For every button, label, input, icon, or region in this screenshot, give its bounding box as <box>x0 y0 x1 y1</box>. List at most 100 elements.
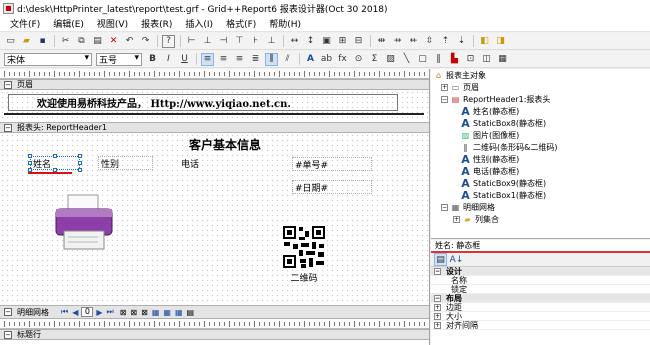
menu-edit[interactable]: 编辑(E) <box>53 17 84 30</box>
barcode-icon[interactable]: ‖ <box>432 53 445 66</box>
menu-format[interactable]: 格式(F) <box>226 17 256 30</box>
tree-expander-icon[interactable]: − <box>441 203 448 211</box>
tree-expander-icon[interactable]: − <box>441 95 448 103</box>
font-size-select[interactable]: 五号 <box>96 52 142 66</box>
h-spacing-inc-icon[interactable]: ⇸ <box>391 35 404 48</box>
page-header-area[interactable]: 欢迎使用易桥科技产品， Http://www.yiqiao.net.cn. <box>0 90 429 122</box>
tree-item[interactable]: A StaticBox9(静态框) <box>431 177 650 190</box>
grid-tool-icon[interactable]: ▦ <box>152 308 160 317</box>
gender-label[interactable]: 性别 <box>98 156 153 170</box>
welcome-banner[interactable]: 欢迎使用易桥科技产品， Http://www.yiqiao.net.cn. <box>8 94 398 111</box>
redo-icon[interactable]: ↷ <box>139 35 152 48</box>
tree-item[interactable]: ▨ 图片(图像框) <box>431 129 650 141</box>
resize-handle[interactable] <box>78 168 82 172</box>
tree-item[interactable]: + ▰ 列集合 <box>431 213 650 225</box>
send-back-icon[interactable]: ◨ <box>494 35 507 48</box>
grid-tool-icon[interactable]: ⊠ <box>120 308 127 317</box>
tree-item[interactable]: A StaticBox1(静态框) <box>431 189 650 202</box>
menu-file[interactable]: 文件(F) <box>10 17 40 30</box>
tree-item[interactable]: A 性别(静态框) <box>431 153 650 166</box>
resize-handle[interactable] <box>28 154 32 158</box>
report-header-area[interactable]: 客户基本信息 姓名 性别 电话 #单号# #日期# 二维码 <box>0 133 429 305</box>
tree-expander-icon[interactable]: + <box>453 215 460 223</box>
collapse-icon[interactable]: − <box>4 80 12 89</box>
v-spacing-inc-icon[interactable]: ⇡ <box>439 35 452 48</box>
cut-icon[interactable]: ✂ <box>59 35 72 48</box>
grid-tool-icon[interactable]: ▦ <box>175 308 183 317</box>
memo-box-icon[interactable]: fx <box>336 53 349 66</box>
collapse-icon[interactable]: − <box>4 330 12 339</box>
property-expander-icon[interactable]: − <box>434 294 441 302</box>
italic-button[interactable]: I <box>162 53 175 66</box>
text-align-right-icon[interactable]: ≡ <box>233 53 246 66</box>
property-category[interactable]: − 布局 <box>431 294 650 303</box>
undo-icon[interactable]: ↶ <box>123 35 136 48</box>
richtext-icon[interactable]: ◫ <box>480 53 493 66</box>
system-var-icon[interactable]: ⊙ <box>352 53 365 66</box>
property-expander-icon[interactable]: + <box>434 312 441 320</box>
prev-page-icon[interactable]: ◀ <box>72 308 78 317</box>
text-valign-bottom-icon[interactable]: ⫽ <box>281 53 294 66</box>
center-horizontal-icon[interactable]: ⊞ <box>336 35 349 48</box>
tree-expander-icon[interactable]: + <box>441 83 448 91</box>
menu-help[interactable]: 帮助(H) <box>269 17 301 30</box>
v-spacing-icon[interactable]: ⇳ <box>423 35 436 48</box>
object-tree[interactable]: ⌂ 报表主对象 + ▭ 页眉 − ▤ ReportHeader1:报表头 A 姓名(静态框) A… <box>431 69 650 239</box>
same-width-icon[interactable]: ↔ <box>288 35 301 48</box>
help-icon[interactable]: ? <box>162 34 175 48</box>
tree-item[interactable]: A 姓名(静态框) <box>431 105 650 118</box>
first-page-icon[interactable]: ⏮ <box>61 307 68 317</box>
section-header-report-header[interactable]: − 报表头: ReportHeader1 <box>0 122 429 133</box>
section-header-column-header[interactable]: − 标题行 <box>0 329 429 340</box>
text-valign-middle-icon[interactable]: ⫼ <box>265 52 278 66</box>
text-align-center-icon[interactable]: ≡ <box>217 53 230 66</box>
subreport-icon[interactable]: ⊡ <box>464 53 477 66</box>
menu-report[interactable]: 报表(R) <box>141 17 172 30</box>
align-middle-icon[interactable]: ⊦ <box>249 35 262 48</box>
qr-code-label[interactable]: 二维码 <box>272 271 336 284</box>
same-size-icon[interactable]: ▣ <box>320 35 333 48</box>
text-justify-icon[interactable]: ≣ <box>249 53 262 66</box>
tree-item[interactable]: − ▦ 明细网格 <box>431 201 650 213</box>
static-text-icon[interactable]: A <box>304 53 317 66</box>
box-shape-icon[interactable]: ▢ <box>416 53 429 66</box>
resize-handle[interactable] <box>28 161 32 165</box>
property-row[interactable]: + 对齐间隔 <box>431 321 650 330</box>
property-expander-icon[interactable]: − <box>434 267 441 275</box>
resize-handle[interactable] <box>53 154 57 158</box>
open-folder-icon[interactable]: ▰ <box>20 35 33 48</box>
order-number-field[interactable]: #单号# <box>292 157 372 171</box>
paste-icon[interactable]: ▤ <box>91 35 104 48</box>
font-family-select[interactable]: 宋体 <box>4 52 92 66</box>
field-box-icon[interactable]: ab <box>320 53 333 66</box>
printer-image[interactable] <box>52 193 117 253</box>
h-spacing-icon[interactable]: ⇹ <box>375 35 388 48</box>
v-spacing-dec-icon[interactable]: ⇣ <box>455 35 468 48</box>
grid-tool-icon[interactable]: ▤ <box>187 308 195 317</box>
save-icon[interactable]: ▪ <box>36 35 49 48</box>
underline-button[interactable]: U <box>178 53 191 66</box>
grid-tool-icon[interactable]: ⊠ <box>130 308 137 317</box>
tree-item[interactable]: A StaticBox8(静态框) <box>431 117 650 130</box>
section-header-page-header[interactable]: − 页眉 <box>0 79 429 90</box>
collapse-icon[interactable]: − <box>4 123 12 132</box>
property-row[interactable]: 锁定 <box>431 285 650 294</box>
menu-view[interactable]: 视图(V) <box>97 17 128 30</box>
tree-item[interactable]: + ▭ 页眉 <box>431 81 650 93</box>
section-header-detail-grid[interactable]: − 明细网格 ⏮ ◀ 0 ▶ ⏭ ⊠ ⊠ ⊠ ▦ ▦ ▦ ▤ <box>0 305 429 319</box>
h-spacing-dec-icon[interactable]: ⇷ <box>407 35 420 48</box>
align-bottom-icon[interactable]: ⊥ <box>265 35 278 48</box>
qr-code-image[interactable] <box>282 225 326 269</box>
free-grid-icon[interactable]: ▦ <box>496 53 509 66</box>
same-height-icon[interactable]: ↕ <box>304 35 317 48</box>
align-left-icon[interactable]: ⊢ <box>185 35 198 48</box>
phone-label[interactable]: 电话 <box>178 156 238 170</box>
grid-tool-icon[interactable]: ▦ <box>163 308 171 317</box>
menu-insert[interactable]: 插入(I) <box>185 17 213 30</box>
center-vertical-icon[interactable]: ⊟ <box>352 35 365 48</box>
text-align-left-icon[interactable]: ≡ <box>201 52 214 66</box>
sort-alpha-icon[interactable]: A↓ <box>450 253 464 266</box>
property-row[interactable]: + 边距 <box>431 303 650 312</box>
resize-handle[interactable] <box>78 154 82 158</box>
tree-item[interactable]: ‖ 二维码(条形码&二维码) <box>431 141 650 153</box>
